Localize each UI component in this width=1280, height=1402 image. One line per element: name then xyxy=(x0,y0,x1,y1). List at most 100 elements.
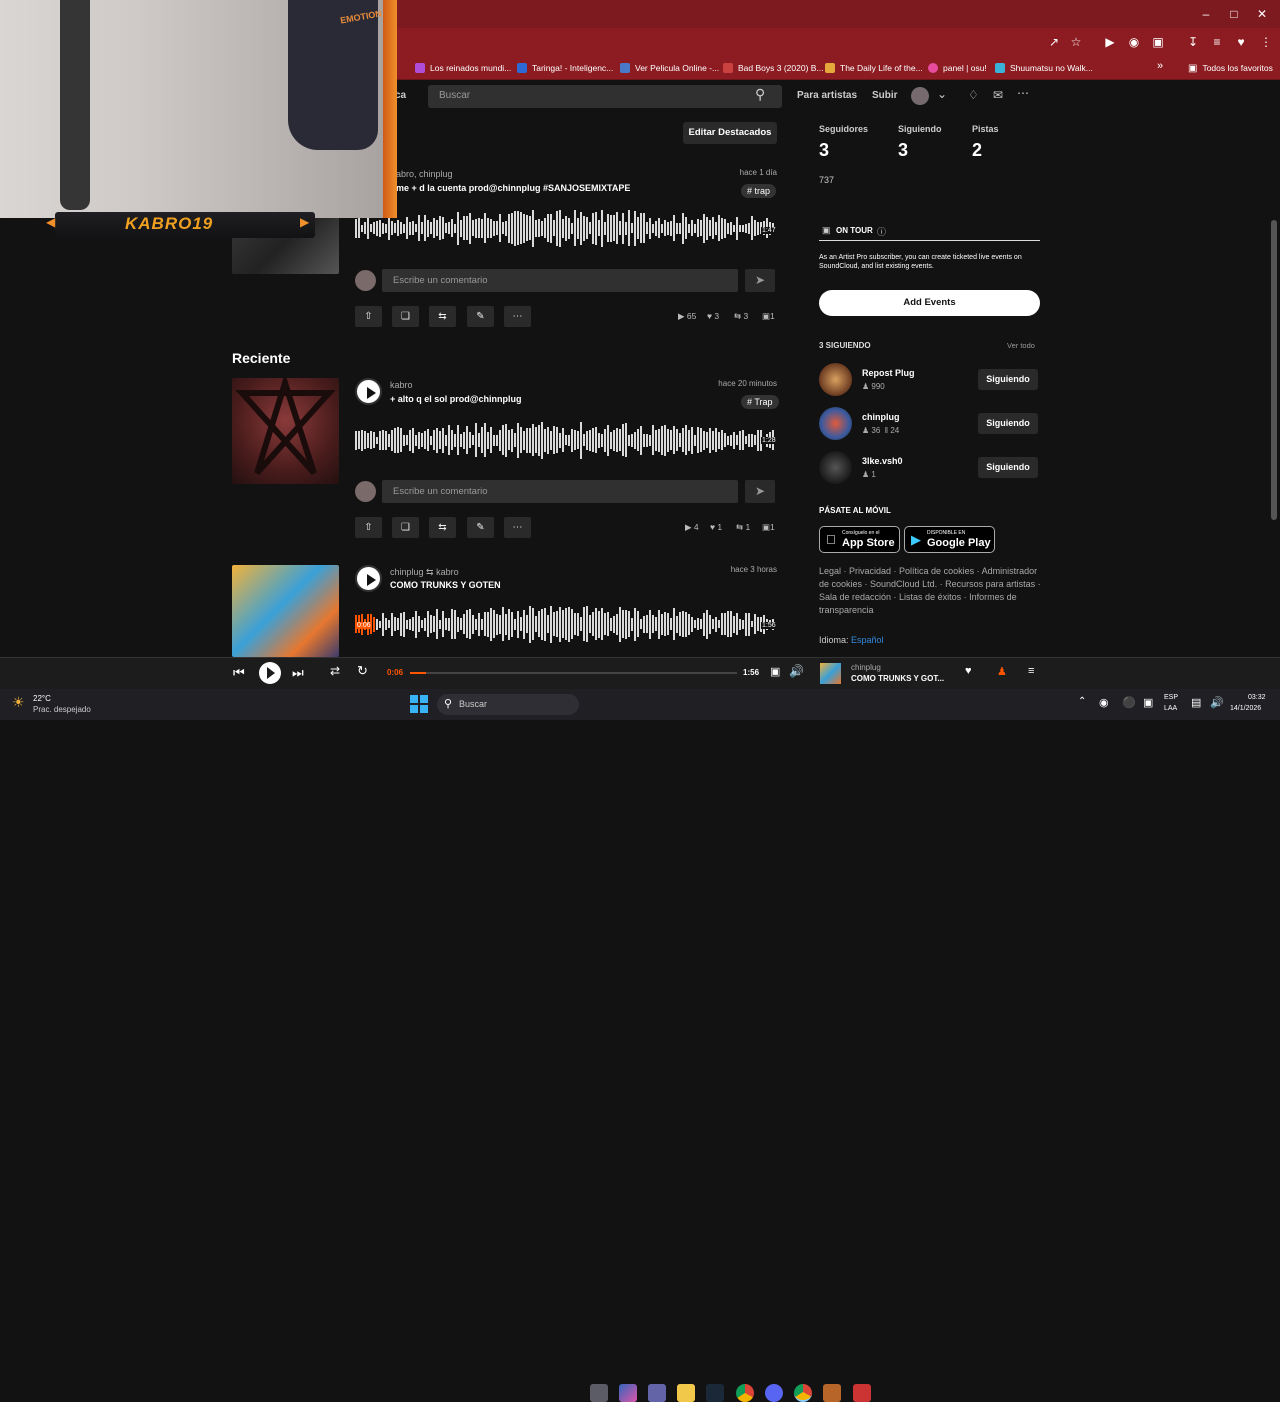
track-artwork[interactable] xyxy=(232,565,339,657)
windows-start-icon[interactable] xyxy=(410,695,428,713)
now-playing-artwork[interactable] xyxy=(820,663,841,684)
language-link[interactable]: Español xyxy=(851,635,884,645)
bell-icon[interactable]: ♢ xyxy=(968,88,979,102)
track-user[interactable]: abro, chinplug xyxy=(396,169,453,179)
bookmark-item[interactable]: Ver Pelicula Online -... xyxy=(620,61,719,75)
stat-value[interactable]: 3 xyxy=(898,140,908,161)
menu-dots-icon[interactable]: ⋮ xyxy=(1258,35,1274,49)
edit-button[interactable]: ✎ xyxy=(467,306,494,327)
cast-icon[interactable]: ▣ xyxy=(770,665,780,678)
clock-time[interactable]: 03:32 xyxy=(1248,694,1266,701)
google-play-badge[interactable]: ▶ DISPONIBLE EN Google Play xyxy=(904,526,995,553)
bookmark-item[interactable]: The Daily Life of the... xyxy=(825,61,923,75)
following-heading[interactable]: 3 SIGUIENDO xyxy=(819,341,871,350)
copy-link-button[interactable]: ❏ xyxy=(392,306,419,327)
queue-icon[interactable]: ≡ xyxy=(1028,665,1034,677)
avatar[interactable] xyxy=(819,407,852,440)
track-user[interactable]: chinplug ⇆ kabro xyxy=(390,567,459,578)
footer-links[interactable]: Legal · Privacidad · Política de cookies… xyxy=(819,565,1044,617)
add-events-button[interactable]: Add Events xyxy=(819,290,1040,316)
all-bookmarks-folder[interactable]: ▣ Todos los favoritos xyxy=(1188,61,1273,75)
app-store-badge[interactable]:  Consíguelo en el App Store xyxy=(819,526,900,553)
track-artwork[interactable] xyxy=(232,378,339,484)
chrome-active-icon[interactable] xyxy=(794,1384,812,1402)
volume-icon[interactable]: 🔊 xyxy=(789,664,804,678)
send-icon[interactable]: ➤ xyxy=(745,480,775,503)
bookmark-item[interactable]: Los reinados mundi... xyxy=(415,61,511,75)
more-button[interactable]: ⋯ xyxy=(504,306,531,327)
chevron-down-icon[interactable]: ⌄ xyxy=(937,87,947,101)
comments-count[interactable]: ▣1 xyxy=(762,311,775,322)
following-name[interactable]: Repost Plug xyxy=(862,368,915,378)
search-icon[interactable]: ⚲ xyxy=(755,86,765,103)
play-button[interactable] xyxy=(355,565,382,592)
following-button[interactable]: Siguiendo xyxy=(978,369,1038,390)
info-icon[interactable]: ⓘ xyxy=(877,225,886,238)
stat-label[interactable]: Siguiendo xyxy=(898,124,942,134)
follow-user-icon[interactable]: ♟ xyxy=(997,665,1007,678)
task-view-icon[interactable] xyxy=(590,1384,608,1402)
minimize-icon[interactable]: – xyxy=(1196,7,1216,21)
teams-icon[interactable] xyxy=(648,1384,666,1402)
more-icon[interactable]: ⋯ xyxy=(1017,86,1029,100)
now-playing-user[interactable]: chinplug xyxy=(851,663,881,672)
for-artists-link[interactable]: Para artistas xyxy=(797,90,857,101)
stat-label[interactable]: Pistas xyxy=(972,124,999,134)
tablet-icon[interactable]: ▣ xyxy=(1143,696,1153,709)
avatar[interactable] xyxy=(819,451,852,484)
bookmark-item[interactable]: panel | osu! xyxy=(928,61,987,75)
chrome-icon[interactable] xyxy=(736,1384,754,1402)
volume-icon[interactable]: 🔊 xyxy=(1210,696,1224,709)
stat-label[interactable]: Seguidores xyxy=(819,124,868,134)
network-icon[interactable]: ▤ xyxy=(1191,696,1201,709)
now-playing-title[interactable]: COMO TRUNKS Y GOT... xyxy=(851,674,944,683)
reposts-count[interactable]: ⇆ 1 xyxy=(736,522,750,533)
likes-count[interactable]: ♥ 1 xyxy=(710,522,722,532)
microphone-icon[interactable]: ⚫ xyxy=(1122,696,1136,709)
upload-link[interactable]: Subir xyxy=(872,90,898,101)
more-button[interactable]: ⋯ xyxy=(504,517,531,538)
comment-input[interactable]: Escribe un comentario xyxy=(382,480,738,503)
copilot-icon[interactable] xyxy=(619,1384,637,1402)
reposter-name[interactable]: kabro xyxy=(436,567,459,577)
track-user-name[interactable]: chinplug xyxy=(390,567,424,577)
waveform[interactable] xyxy=(355,604,776,644)
app-tray-icon[interactable]: ◉ xyxy=(1099,696,1109,709)
extension-shield-icon[interactable]: ◉ xyxy=(1126,35,1142,49)
send-icon[interactable]: ➤ xyxy=(745,269,775,292)
following-button[interactable]: Siguiendo xyxy=(978,413,1038,434)
language-code[interactable]: ESP xyxy=(1164,694,1178,701)
taskbar-search[interactable]: ⚲ Buscar xyxy=(437,694,579,715)
chevron-up-icon[interactable]: ⌃ xyxy=(1078,696,1086,707)
shuffle-icon[interactable]: ⇄ xyxy=(330,664,340,678)
weather-text[interactable]: Prac. despejado xyxy=(33,705,91,714)
extensions-puzzle-icon[interactable]: ▣ xyxy=(1150,35,1166,49)
keyboard-layout[interactable]: LAA xyxy=(1164,705,1177,712)
discord-icon[interactable] xyxy=(765,1384,783,1402)
download-icon[interactable]: ↧ xyxy=(1185,35,1201,49)
copy-link-button[interactable]: ❏ xyxy=(392,517,419,538)
steam-icon[interactable] xyxy=(706,1384,724,1402)
repeat-icon[interactable]: ↻ xyxy=(357,663,368,679)
share-button[interactable]: ⇧ xyxy=(355,517,382,538)
track-title[interactable]: + alto q el sol prod@chinnplug xyxy=(390,394,522,404)
temperature[interactable]: 22°C xyxy=(33,694,51,703)
stat-value[interactable]: 2 xyxy=(972,140,982,161)
bookmark-item[interactable]: Shuumatsu no Walk... xyxy=(995,61,1093,75)
profile-heart-icon[interactable]: ♥ xyxy=(1233,35,1249,49)
track-tag[interactable]: # Trap xyxy=(741,395,779,409)
track-user[interactable]: kabro xyxy=(390,380,413,390)
comment-input[interactable]: Escribe un comentario xyxy=(382,269,738,292)
following-button[interactable]: Siguiendo xyxy=(978,457,1038,478)
extension-youtube-icon[interactable]: ▶ xyxy=(1102,35,1118,49)
repost-button[interactable]: ⇆ xyxy=(429,306,456,327)
next-icon[interactable]: ⏭ xyxy=(292,665,304,681)
scrollbar[interactable] xyxy=(1271,220,1277,520)
playlist-icon[interactable]: ≡ xyxy=(1209,35,1225,49)
avatar[interactable] xyxy=(819,363,852,396)
search-input[interactable]: Buscar xyxy=(428,85,782,108)
weather-icon[interactable]: ☀ xyxy=(12,694,25,711)
edit-button[interactable]: ✎ xyxy=(467,517,494,538)
view-all-link[interactable]: Ver todo xyxy=(1007,341,1035,350)
file-explorer-icon[interactable] xyxy=(677,1384,695,1402)
